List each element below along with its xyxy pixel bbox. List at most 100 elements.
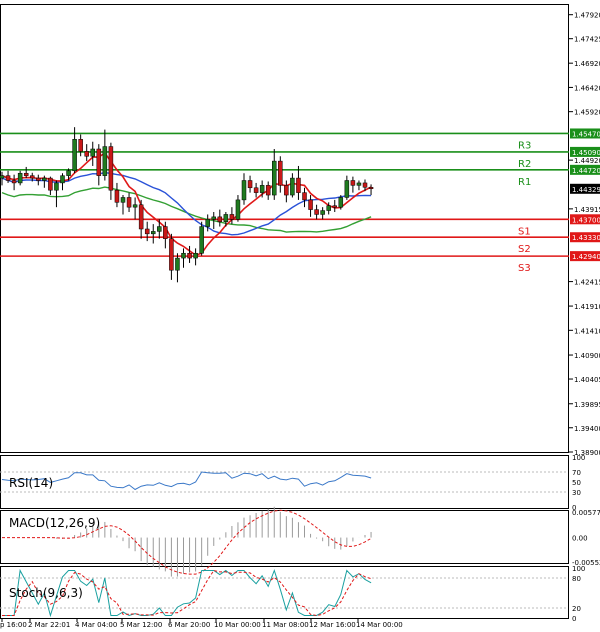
time-tick-label: 6 Mar 20:00 [168,621,210,629]
candle-body [350,180,356,186]
candle-body [30,175,35,179]
time-tick-label: p 16:00 [0,621,27,629]
candle-body [78,139,83,152]
level-price-label: 1.42940 [572,253,600,261]
stoch-label: Stoch(9,6,3) [9,586,83,600]
stoch-tick-label: 0 [572,615,576,623]
time-tick-label: 4 Mar 04:00 [75,621,117,629]
candle-body [368,187,374,189]
candle-body [314,209,319,215]
candle-body [17,172,23,184]
chart-background [0,0,600,632]
candle-body [217,216,223,222]
rsi-label: RSI(14) [9,476,53,490]
candle-body [229,214,235,220]
level-price-label: 1.43330 [572,234,600,242]
candle-body [90,148,95,157]
candle-body [102,146,108,176]
price-tick-label: 1.47920 [574,12,600,20]
candle-body [175,257,180,271]
candle-body [163,226,168,239]
time-tick-label: 10 Mar 00:00 [214,621,261,629]
candle-body [247,180,253,189]
price-tick-label: 1.46920 [574,60,600,68]
candle-body [296,177,301,193]
level-price-label: 1.44720 [572,167,600,175]
price-tick-label: 1.42415 [574,279,600,287]
candle-body [278,160,283,186]
candle-body [48,177,53,191]
price-tick-label: 1.45920 [574,109,600,117]
rsi-tick-label: 30 [572,489,581,497]
rsi-tick-label: 50 [572,479,581,487]
time-tick-label: 2 Mar 22:01 [28,621,70,629]
current-price-label: 1.44329 [572,186,600,194]
candle-body [96,148,102,176]
candle-body [108,146,114,191]
stoch-tick-label: 80 [572,575,581,583]
candle-body [126,197,132,208]
candle-body [132,204,138,208]
price-tick-label: 1.44920 [574,157,600,165]
price-tick-label: 1.39895 [574,401,600,409]
chart-root: 1.47920 1.47425 1.46920 1.46420 1.45920 1.449… [0,0,600,632]
price-tick-label: 1.39400 [574,425,600,433]
candle-body [199,226,204,254]
candle-body [114,189,120,203]
candle-body [253,187,259,193]
candle-body [60,175,65,184]
level-name-s1: S1 [518,226,531,237]
level-name-r1: R1 [518,177,531,188]
candle-body [356,182,362,186]
rsi-tick-label: 70 [572,469,581,477]
candle-body [362,182,368,188]
macd-tick-label: 0.005774 [572,509,600,517]
candle-body [72,139,77,172]
level-name-s3: S3 [518,263,531,274]
candle-body [84,151,89,157]
candle-body [241,180,247,201]
candle-body [205,219,210,227]
candle-body [211,216,216,220]
time-tick-label: 12 Mar 16:00 [309,621,356,629]
candle-body [66,170,71,176]
level-price-label: 1.45090 [572,149,600,157]
candle-body [235,199,241,220]
candle-body [5,175,11,181]
candle-body [193,252,198,259]
candle-body [284,185,289,196]
price-tick-label: 1.40900 [574,352,600,360]
candle-body [23,172,29,176]
level-name-s2: S2 [518,244,531,255]
candle-body [144,228,150,235]
candle-body [302,192,307,201]
level-name-r2: R2 [518,159,531,170]
candle-body [187,252,192,259]
candle-body [338,197,344,208]
price-tick-label: 1.40405 [574,376,600,384]
candle-body [151,231,156,235]
rsi-tick-label: 100 [572,454,585,462]
price-tick-label: 1.41410 [574,327,600,335]
candle-body [320,210,325,215]
candle-body [0,175,5,179]
candle-body [36,177,41,181]
candle-body [42,177,47,181]
time-axis: p 16:00 2 Mar 22:01 4 Mar 04:00 5 Mar 12:00… [0,619,403,629]
time-tick-label: 14 Mar 00:00 [356,621,403,629]
time-tick-label: 11 Mar 08:00 [262,621,309,629]
price-tick-label: 1.47425 [574,36,600,44]
level-price-label: 1.45470 [572,130,600,138]
candle-body [223,214,229,222]
candle-body [290,177,295,196]
candle-body [181,252,186,259]
level-name-r3: R3 [518,140,531,151]
candle-body [272,160,277,196]
time-tick-label: 5 Mar 12:00 [120,621,162,629]
candle-body [332,205,337,208]
candle-body [259,185,265,193]
candle-body [11,180,17,184]
price-tick-label: 1.46420 [574,84,600,92]
candle-body [54,182,59,191]
stoch-tick-label: 20 [572,605,581,613]
